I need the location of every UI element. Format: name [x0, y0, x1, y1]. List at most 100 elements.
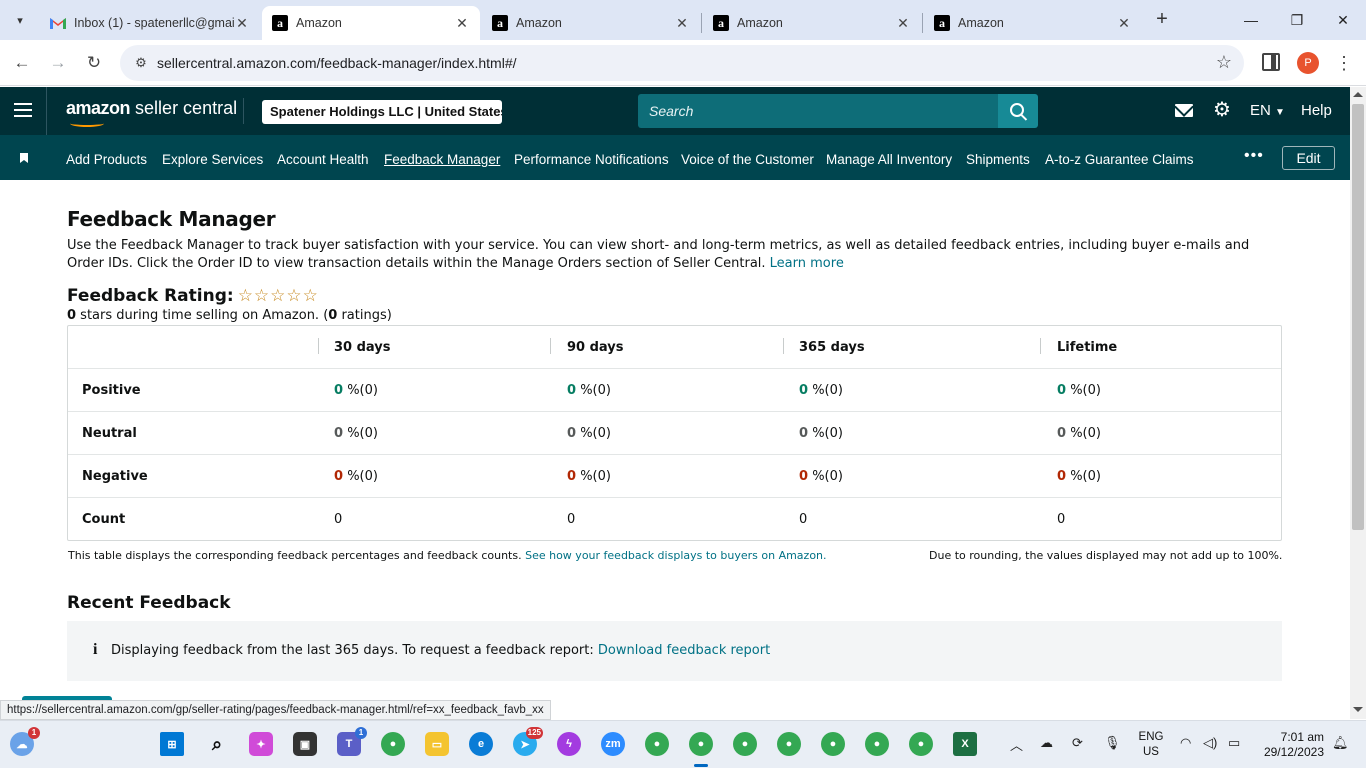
messenger-icon[interactable]: ϟ [557, 732, 581, 756]
reload-button[interactable]: ↻ [82, 51, 106, 75]
file-explorer-icon[interactable]: ▭ [425, 732, 449, 756]
browser-menu-icon[interactable]: ⋮ [1334, 52, 1354, 74]
tab-gmail[interactable]: Inbox (1) - spatenerllc@gmail.com ✕ [40, 6, 260, 40]
learn-more-link[interactable]: Learn more [770, 256, 844, 271]
microphone-icon[interactable]: 🎙︎ [1104, 735, 1121, 751]
tab-amazon-active[interactable]: a Amazon ✕ [262, 6, 480, 40]
close-window-button[interactable]: ✕ [1320, 0, 1366, 40]
close-tab-icon[interactable]: ✕ [234, 15, 250, 32]
profile-avatar[interactable]: P [1297, 52, 1319, 74]
sync-icon[interactable]: ⟳ [1072, 735, 1083, 751]
chrome-icon[interactable]: ● [381, 732, 405, 756]
feedback-table: 30 days 90 days 365 days Lifetime Positi… [67, 325, 1282, 541]
scroll-down-icon[interactable] [1353, 707, 1363, 712]
chrome-profile-p-icon[interactable]: ● [689, 732, 713, 756]
help-link[interactable]: Help [1301, 102, 1332, 119]
tab-amazon-2[interactable]: a Amazon ✕ [482, 6, 700, 40]
search-icon[interactable]: ⌕ [205, 732, 229, 756]
chrome-profile-icon[interactable]: ● [645, 732, 669, 756]
recent-feedback-heading: Recent Feedback [67, 593, 231, 613]
close-tab-icon[interactable]: ✕ [674, 15, 690, 32]
url-text[interactable]: sellercentral.amazon.com/feedback-manage… [157, 55, 517, 71]
zoom-icon[interactable]: zm [601, 732, 625, 756]
tab-amazon-4[interactable]: a Amazon ✕ [924, 6, 1142, 40]
chrome-profile-icon[interactable]: ● [733, 732, 757, 756]
rounding-note: Due to rounding, the values displayed ma… [929, 549, 1283, 562]
scroll-up-icon[interactable] [1353, 92, 1363, 97]
copilot-icon[interactable]: ✦ [249, 732, 273, 756]
header-divider [46, 87, 47, 135]
excel-icon[interactable]: X [953, 732, 977, 756]
system-clock[interactable]: 7:01 am 29/12/2023 [1250, 730, 1324, 760]
gear-icon[interactable]: ⚙ [1212, 100, 1232, 120]
nav-a-to-z-claims[interactable]: A-to-z Guarantee Claims [1045, 152, 1194, 167]
new-tab-button[interactable]: + [1150, 8, 1174, 32]
side-panel-icon[interactable] [1262, 53, 1280, 71]
language-selector[interactable]: EN ▼ [1250, 102, 1285, 119]
nav-voice-of-the-customer[interactable]: Voice of the Customer [681, 152, 814, 167]
notification-bell-icon[interactable]: 🔔︎ [1332, 735, 1349, 751]
battery-icon[interactable]: ▭ [1228, 735, 1240, 751]
language-indicator[interactable]: ENG US [1136, 730, 1166, 760]
amazon-icon: a [713, 15, 729, 31]
amazon-icon: a [272, 15, 288, 31]
seller-central-logo[interactable]: amazon seller central [66, 98, 237, 127]
windows-taskbar: ☁ 1 ⊞ ⌕ ✦ ▣ T1 ● ▭ e ➤ 125 ϟ zm ● ● ● ● ● … [0, 720, 1366, 768]
mail-icon[interactable] [1175, 104, 1193, 117]
nav-more-icon[interactable]: ••• [1244, 147, 1264, 165]
table-row-neutral: Neutral 0 %(0) 0 %(0) 0 %(0) 0 %(0) [68, 412, 1281, 455]
column-header: 90 days [567, 340, 624, 355]
edge-icon[interactable]: e [469, 732, 493, 756]
close-tab-icon[interactable]: ✕ [454, 15, 470, 32]
account-switcher[interactable]: Spatener Holdings LLC | United States [262, 100, 502, 124]
wifi-icon[interactable]: ◠ [1180, 735, 1191, 751]
volume-icon[interactable]: ◁) [1203, 735, 1217, 751]
site-info-icon[interactable]: ⚙ [132, 54, 150, 72]
windows-start-icon[interactable]: ⊞ [160, 732, 184, 756]
search-button[interactable] [998, 94, 1038, 128]
nav-account-health[interactable]: Account Health [277, 152, 369, 167]
close-tab-icon[interactable]: ✕ [895, 15, 911, 32]
chrome-profile-icon[interactable]: ● [909, 732, 933, 756]
nav-feedback-manager[interactable]: Feedback Manager [384, 152, 500, 167]
chevron-up-icon[interactable]: ︿ [1010, 735, 1023, 754]
task-view-icon[interactable]: ▣ [293, 732, 317, 756]
teams-icon[interactable]: T1 [337, 727, 367, 756]
bookmark-icon[interactable] [20, 153, 28, 163]
main-content: Feedback Manager Use the Feedback Manage… [0, 180, 1350, 700]
scroll-thumb[interactable] [1352, 104, 1364, 530]
nav-manage-all-inventory[interactable]: Manage All Inventory [826, 152, 952, 167]
chrome-profile-icon[interactable]: ● [777, 732, 801, 756]
weather-icon[interactable]: ☁ 1 [10, 727, 40, 756]
back-button[interactable]: ← [10, 51, 34, 75]
restore-button[interactable]: ❐ [1274, 0, 1320, 40]
forward-button[interactable]: → [46, 51, 70, 75]
nav-shipments[interactable]: Shipments [966, 152, 1030, 167]
close-tab-icon[interactable]: ✕ [1116, 15, 1132, 32]
chrome-profile-icon[interactable]: ● [821, 732, 845, 756]
download-feedback-report-link[interactable]: Download feedback report [598, 643, 770, 658]
info-icon: i [93, 641, 98, 658]
nav-performance-notifications[interactable]: Performance Notifications [514, 152, 669, 167]
page-scrollbar[interactable] [1350, 87, 1366, 719]
nav-add-products[interactable]: Add Products [66, 152, 147, 167]
seller-central-nav: Add Products Explore Services Account He… [0, 135, 1350, 180]
table-row-count: Count 0 0 0 0 [82, 512, 1066, 527]
chrome-profile-icon[interactable]: ● [865, 732, 889, 756]
table-header-row: 30 days 90 days 365 days Lifetime [68, 326, 1281, 369]
search-input[interactable]: Search [638, 94, 998, 128]
telegram-icon[interactable]: ➤ 125 [513, 727, 543, 756]
edit-nav-button[interactable]: Edit [1282, 146, 1335, 170]
gmail-icon [50, 15, 66, 31]
minimize-button[interactable]: — [1228, 0, 1274, 40]
column-header: 365 days [799, 340, 865, 355]
onedrive-icon[interactable]: ☁ [1040, 735, 1053, 751]
feedback-display-link[interactable]: See how your feedback displays to buyers… [525, 549, 826, 562]
address-bar[interactable]: ⚙ sellercentral.amazon.com/feedback-mana… [120, 45, 1244, 81]
hamburger-menu-icon[interactable] [14, 103, 32, 117]
tab-amazon-3[interactable]: a Amazon ✕ [703, 6, 921, 40]
tab-search-icon[interactable]: ▾ [8, 8, 32, 32]
intro-text: Use the Feedback Manager to track buyer … [67, 238, 1250, 271]
nav-explore-services[interactable]: Explore Services [162, 152, 263, 167]
bookmark-star-icon[interactable]: ☆ [1216, 52, 1232, 73]
